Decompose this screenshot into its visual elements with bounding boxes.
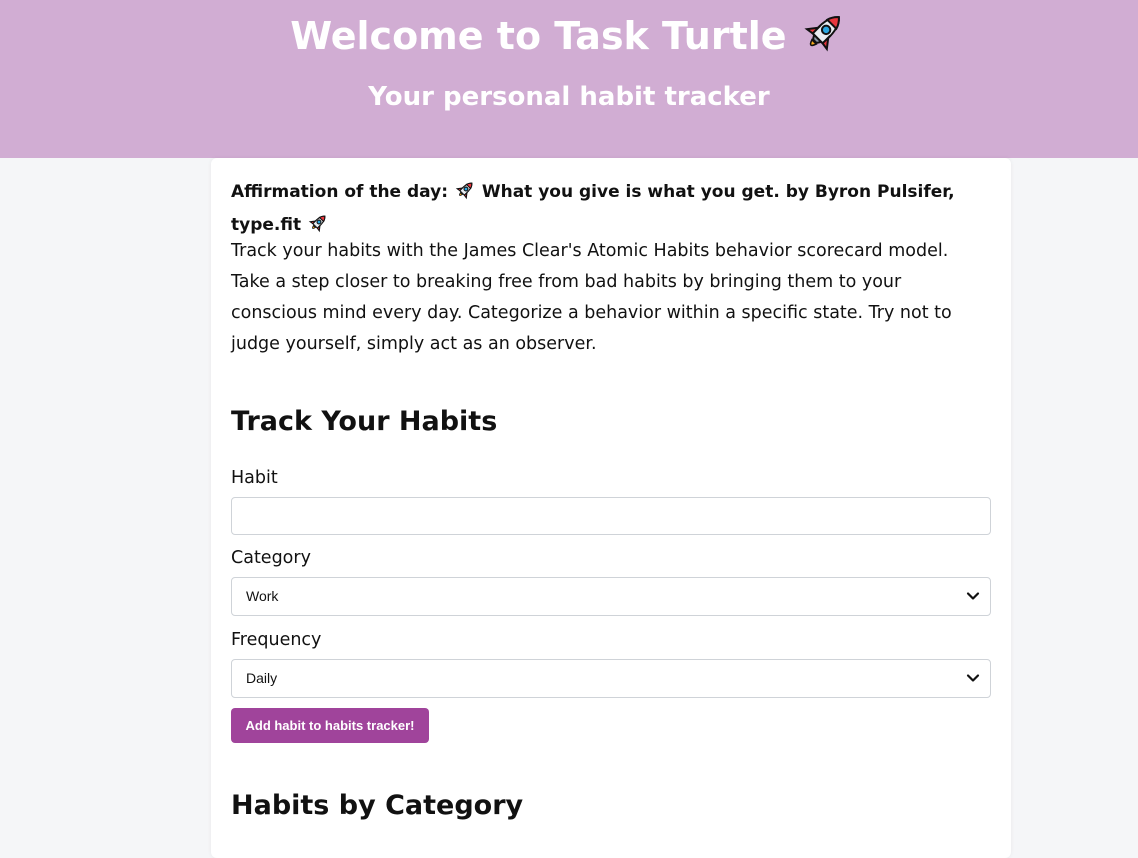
page-header: Welcome to Task Turtle Your personal hab… [0,0,1138,158]
category-label: Category [231,548,311,568]
add-habit-button[interactable]: Add habit to habits tracker! [231,708,429,743]
rocket-icon [454,179,476,211]
page-title: Welcome to Task Turtle [0,8,1138,69]
track-habits-title: Track Your Habits [231,406,498,437]
habit-input[interactable] [231,497,991,535]
main-card: Affirmation of the day: What you give is… [211,158,1011,858]
chevron-down-icon [966,592,980,600]
category-select[interactable]: Work [231,577,991,616]
habit-label: Habit [231,468,278,488]
intro-text: Track your habits with the James Clear's… [231,241,952,354]
affirmation-quote: What you give is what you get. [481,182,780,202]
habits-by-category-title: Habits by Category [231,790,524,821]
frequency-select-value: Daily [246,670,278,686]
chevron-down-icon [966,674,980,682]
page-title-text: Welcome to Task Turtle [290,14,787,58]
affirmation: Affirmation of the day: What you give is… [231,178,971,244]
page-subtitle: Your personal habit tracker [368,82,770,112]
category-select-value: Work [246,588,279,604]
affirmation-prefix: Affirmation of the day: [231,182,449,202]
frequency-label: Frequency [231,630,322,650]
rocket-icon [800,8,848,69]
frequency-select[interactable]: Daily [231,659,991,698]
